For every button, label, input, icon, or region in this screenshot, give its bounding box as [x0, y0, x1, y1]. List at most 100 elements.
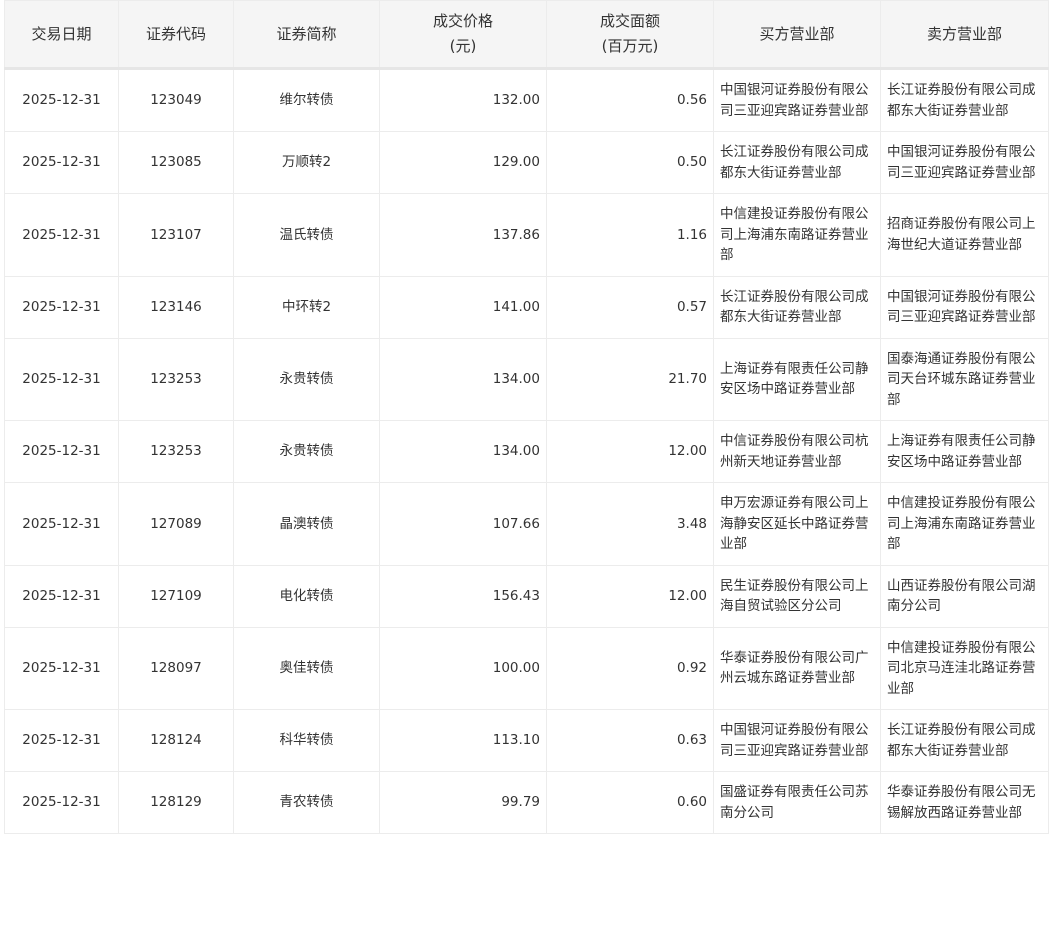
table-row: 2025-12-31 128124 科华转债 113.10 0.63 中国银河证券股份有限… [4, 709, 1049, 772]
cell-buyer: 华泰证券股份有限公司广州云城东路证券营业部 [713, 626, 881, 710]
cell-name: 科华转债 [233, 709, 380, 772]
column-header-label: (元) [449, 37, 477, 55]
cell-amount: 1.16 [546, 193, 714, 277]
table-row: 2025-12-31 123253 永贵转债 134.00 12.00 中信证券股份有限公… [4, 420, 1049, 483]
column-header-label: 交易日期 [31, 24, 92, 43]
cell-date: 2025-12-31 [4, 68, 119, 132]
cell-date: 2025-12-31 [4, 275, 119, 339]
cell-price: 129.00 [379, 131, 547, 194]
cell-name: 电化转债 [233, 564, 380, 628]
cell-amount: 0.56 [546, 68, 714, 132]
cell-name: 温氏转债 [233, 193, 380, 277]
table-row: 2025-12-31 127089 晶澳转债 107.66 3.48 申万宏源证券有限公司… [4, 482, 1049, 566]
table-row: 2025-12-31 127109 电化转债 156.43 12.00 民生证券股份有限公… [4, 564, 1049, 628]
table-row: 2025-12-31 123085 万顺转2 129.00 0.50 长江证券股份有限公司… [4, 131, 1049, 194]
table-row: 2025-12-31 128129 青农转债 99.79 0.60 国盛证券有限责任公司苏… [4, 771, 1049, 834]
cell-buyer: 申万宏源证券有限公司上海静安区延长中路证券营业部 [713, 482, 881, 566]
cell-code: 123085 [118, 131, 234, 194]
cell-amount: 0.50 [546, 131, 714, 194]
column-header-label: 卖方营业部 [926, 24, 1002, 43]
cell-code: 127109 [118, 564, 234, 628]
cell-buyer: 国盛证券有限责任公司苏南分公司 [713, 771, 881, 834]
cell-amount: 0.60 [546, 771, 714, 834]
cell-price: 132.00 [379, 68, 547, 132]
column-header-name[interactable]: 证券简称 [233, 0, 380, 70]
cell-code: 123253 [118, 337, 234, 421]
cell-buyer: 中信证券股份有限公司杭州新天地证券营业部 [713, 420, 881, 483]
cell-code: 123253 [118, 420, 234, 483]
cell-date: 2025-12-31 [4, 771, 119, 834]
cell-name: 晶澳转债 [233, 482, 380, 566]
cell-date: 2025-12-31 [4, 564, 119, 628]
column-header-label: 证券简称 [276, 24, 337, 43]
cell-code: 128129 [118, 771, 234, 834]
cell-amount: 12.00 [546, 420, 714, 483]
cell-amount: 21.70 [546, 337, 714, 421]
column-header-buyer[interactable]: 买方营业部 [713, 0, 881, 70]
cell-buyer: 长江证券股份有限公司成都东大街证券营业部 [713, 131, 881, 194]
cell-buyer: 中信建投证券股份有限公司上海浦东南路证券营业部 [713, 193, 881, 277]
block-trade-table: 交易日期 证券代码 证券简称 成交价格 (元) 成交面额 (百万元) 买方营业部 卖方营业部 2… [4, 0, 1049, 834]
cell-buyer: 上海证券有限责任公司静安区场中路证券营业部 [713, 337, 881, 421]
cell-seller: 招商证券股份有限公司上海世纪大道证券营业部 [880, 193, 1049, 277]
cell-name: 奥佳转债 [233, 626, 380, 710]
column-header-date[interactable]: 交易日期 [4, 0, 119, 70]
cell-amount: 0.63 [546, 709, 714, 772]
cell-price: 113.10 [379, 709, 547, 772]
cell-code: 128097 [118, 626, 234, 710]
cell-seller: 华泰证券股份有限公司无锡解放西路证券营业部 [880, 771, 1049, 834]
cell-code: 123146 [118, 275, 234, 339]
cell-name: 万顺转2 [233, 131, 380, 194]
table-row: 2025-12-31 123146 中环转2 141.00 0.57 长江证券股份有限公司… [4, 275, 1049, 339]
cell-price: 99.79 [379, 771, 547, 834]
table-row: 2025-12-31 123253 永贵转债 134.00 21.70 上海证券有限责任公… [4, 337, 1049, 421]
cell-date: 2025-12-31 [4, 709, 119, 772]
cell-amount: 0.57 [546, 275, 714, 339]
cell-seller: 长江证券股份有限公司成都东大街证券营业部 [880, 68, 1049, 132]
cell-seller: 国泰海通证券股份有限公司天台环城东路证券营业部 [880, 337, 1049, 421]
column-header-label: 证券代码 [145, 24, 206, 43]
cell-name: 青农转债 [233, 771, 380, 834]
cell-price: 134.00 [379, 420, 547, 483]
column-header-label: (百万元) [601, 37, 659, 55]
cell-code: 123049 [118, 68, 234, 132]
table-row: 2025-12-31 123049 维尔转债 132.00 0.56 中国银河证券股份有限… [4, 68, 1049, 132]
cell-seller: 中国银河证券股份有限公司三亚迎宾路证券营业部 [880, 131, 1049, 194]
cell-date: 2025-12-31 [4, 482, 119, 566]
cell-buyer: 长江证券股份有限公司成都东大街证券营业部 [713, 275, 881, 339]
cell-buyer: 中国银河证券股份有限公司三亚迎宾路证券营业部 [713, 68, 881, 132]
column-header-code[interactable]: 证券代码 [118, 0, 234, 70]
cell-seller: 山西证券股份有限公司湖南分公司 [880, 564, 1049, 628]
column-header-label: 成交面额 [599, 12, 660, 30]
cell-buyer: 中国银河证券股份有限公司三亚迎宾路证券营业部 [713, 709, 881, 772]
column-header-label: 成交价格 [432, 12, 493, 30]
column-header-label: 买方营业部 [759, 24, 835, 43]
cell-price: 134.00 [379, 337, 547, 421]
cell-price: 141.00 [379, 275, 547, 339]
cell-code: 128124 [118, 709, 234, 772]
cell-name: 维尔转债 [233, 68, 380, 132]
cell-code: 123107 [118, 193, 234, 277]
cell-price: 100.00 [379, 626, 547, 710]
cell-seller: 上海证券有限责任公司静安区场中路证券营业部 [880, 420, 1049, 483]
column-header-amount[interactable]: 成交面额 (百万元) [546, 0, 714, 70]
cell-price: 137.86 [379, 193, 547, 277]
cell-date: 2025-12-31 [4, 337, 119, 421]
cell-amount: 3.48 [546, 482, 714, 566]
cell-date: 2025-12-31 [4, 193, 119, 277]
cell-price: 156.43 [379, 564, 547, 628]
cell-buyer: 民生证券股份有限公司上海自贸试验区分公司 [713, 564, 881, 628]
cell-name: 永贵转债 [233, 420, 380, 483]
cell-seller: 中信建投证券股份有限公司上海浦东南路证券营业部 [880, 482, 1049, 566]
table-row: 2025-12-31 128097 奥佳转债 100.00 0.92 华泰证券股份有限公司… [4, 626, 1049, 710]
cell-code: 127089 [118, 482, 234, 566]
cell-date: 2025-12-31 [4, 131, 119, 194]
cell-amount: 12.00 [546, 564, 714, 628]
column-header-seller[interactable]: 卖方营业部 [880, 0, 1049, 70]
cell-name: 中环转2 [233, 275, 380, 339]
cell-name: 永贵转债 [233, 337, 380, 421]
column-header-price[interactable]: 成交价格 (元) [379, 0, 547, 70]
table-row: 2025-12-31 123107 温氏转债 137.86 1.16 中信建投证券股份有限… [4, 193, 1049, 277]
cell-seller: 长江证券股份有限公司成都东大街证券营业部 [880, 709, 1049, 772]
cell-date: 2025-12-31 [4, 420, 119, 483]
